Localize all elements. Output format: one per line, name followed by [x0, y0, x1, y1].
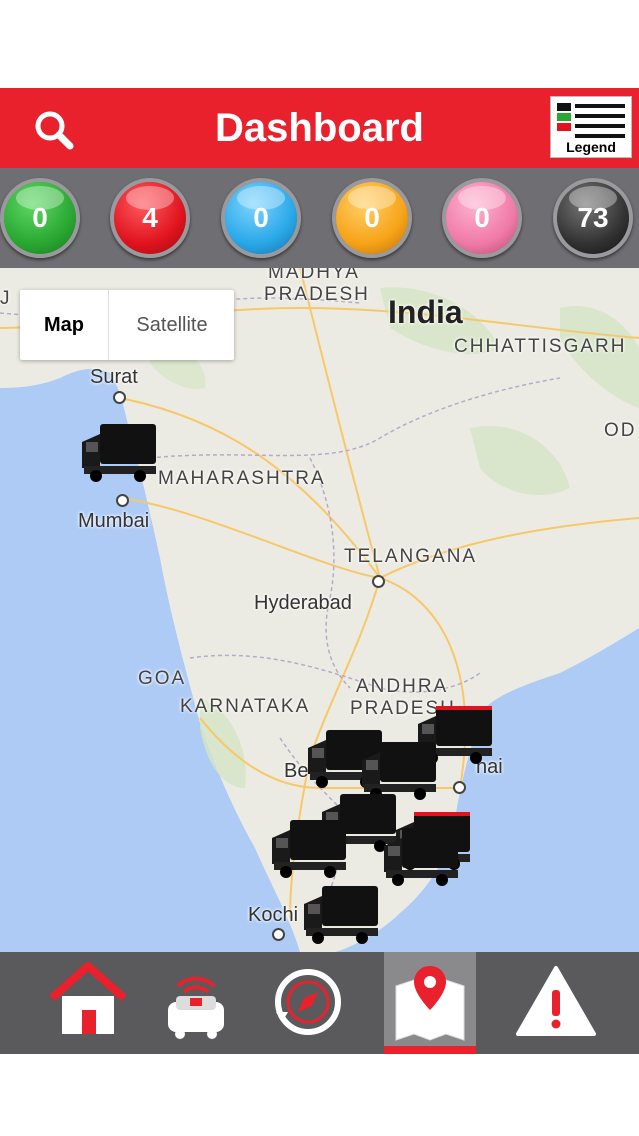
city-marker-hyderabad: [372, 575, 385, 588]
city-marker-mumbai: [116, 494, 129, 507]
status-counts-bar: 0 4 0 0 0 73: [0, 168, 639, 268]
status-area: [0, 0, 639, 88]
bottom-nav: [0, 952, 639, 1054]
map-type-map-button[interactable]: Map: [20, 290, 108, 360]
legend-list-icon: [557, 103, 625, 138]
search-icon: [35, 111, 74, 150]
status-count-red[interactable]: 4: [110, 178, 190, 258]
nav-map-button[interactable]: [384, 952, 476, 1054]
map-pin-icon: [395, 966, 465, 1041]
car-signal-icon: [168, 976, 224, 1039]
state-label-karnataka: KARNATAKA: [180, 696, 311, 717]
home-icon: [49, 962, 127, 1034]
nav-live-tracking-button[interactable]: [150, 952, 242, 1054]
page-title: Dashboard: [215, 106, 424, 150]
status-count-blue[interactable]: 0: [221, 178, 301, 258]
search-button[interactable]: [28, 106, 80, 154]
truck-icon[interactable]: [78, 420, 162, 484]
city-marker-chennai: [453, 781, 466, 794]
legend-button[interactable]: Legend: [550, 96, 632, 158]
app-header: Dashboard Legend: [0, 88, 639, 168]
status-count-pink[interactable]: 0: [442, 178, 522, 258]
nav-home-button[interactable]: [42, 952, 134, 1054]
truck-icon[interactable]: [380, 824, 464, 888]
truck-icon[interactable]: [268, 816, 352, 880]
nav-history-button[interactable]: [262, 952, 354, 1054]
status-count-orange[interactable]: 0: [332, 178, 412, 258]
state-label-maharashtra: MAHARASHTRA: [158, 468, 326, 489]
status-count-green[interactable]: 0: [0, 178, 80, 258]
city-marker-kochi: [272, 928, 285, 941]
state-label-andhra: ANDHRA: [356, 676, 449, 697]
city-label-surat: Surat: [90, 366, 138, 388]
city-marker-surat: [113, 391, 126, 404]
city-label-mumbai: Mumbai: [78, 510, 150, 532]
city-label-kochi: Kochi: [248, 904, 299, 926]
map-type-satellite-button[interactable]: Satellite: [108, 290, 235, 360]
state-label-telangana: TELANGANA: [344, 546, 478, 567]
compass-history-icon: [275, 969, 341, 1035]
state-label-chhattisgarh: CHHATTISGARH: [454, 336, 627, 357]
country-label: India: [388, 294, 463, 330]
nav-alerts-button[interactable]: [510, 952, 602, 1054]
status-count-black[interactable]: 73: [553, 178, 633, 258]
state-label-j: J: [0, 288, 12, 309]
legend-label: Legend: [566, 139, 616, 155]
state-label-madhya: MADHYA: [268, 268, 360, 283]
truck-icon[interactable]: [300, 882, 384, 946]
state-label-pradesh: PRADESH: [264, 284, 370, 305]
state-label-od: OD: [604, 420, 637, 441]
map-type-control: Map Satellite: [20, 290, 234, 360]
map-view[interactable]: Map Satellite MADHYA PRADESH India CHHAT…: [0, 268, 639, 952]
bottom-blank-area: [0, 1054, 639, 1136]
city-label-hyderabad: Hyderabad: [254, 592, 352, 614]
warning-icon: [516, 966, 596, 1036]
state-label-goa: GOA: [138, 668, 187, 689]
